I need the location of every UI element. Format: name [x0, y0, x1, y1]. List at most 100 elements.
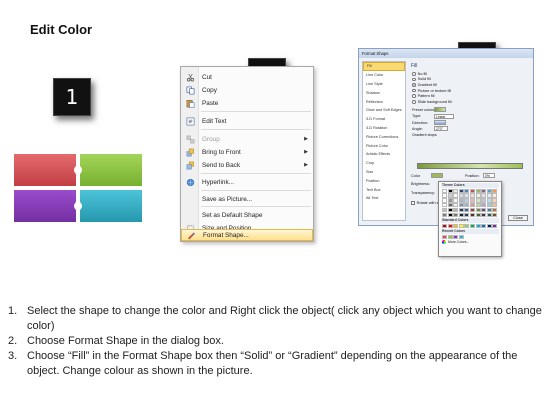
color-swatch[interactable]	[447, 234, 453, 239]
color-swatch[interactable]	[469, 212, 475, 218]
color-swatch[interactable]	[442, 188, 447, 193]
color-swatch[interactable]	[475, 193, 481, 198]
color-swatch[interactable]	[464, 193, 470, 198]
close-button[interactable]: Close	[508, 215, 528, 221]
quad-shape[interactable]	[12, 152, 144, 224]
nav-item-text-box[interactable]: Text Box	[363, 185, 405, 194]
color-swatch[interactable]	[453, 234, 459, 239]
color-swatch[interactable]	[492, 188, 498, 193]
color-swatch[interactable]	[475, 188, 481, 193]
color-swatch[interactable]	[486, 198, 492, 203]
color-swatch[interactable]	[458, 208, 464, 213]
position-input[interactable]: 0%	[483, 173, 495, 178]
nav-item-line-style[interactable]: Line Style	[363, 80, 405, 89]
nav-item-artistic-effects[interactable]: Artistic Effects	[363, 150, 405, 159]
nav-item-picture-corrections[interactable]: Picture Corrections	[363, 132, 405, 141]
color-swatch[interactable]	[481, 193, 487, 198]
color-swatch[interactable]	[469, 188, 475, 193]
menu-item-save-as-picture[interactable]: Save as Picture...	[181, 193, 313, 205]
color-swatch[interactable]	[475, 212, 481, 218]
color-swatch[interactable]	[464, 203, 470, 208]
color-swatch[interactable]	[486, 203, 492, 208]
gradient-stops-bar[interactable]	[417, 163, 523, 169]
fill-option-slide-bg[interactable]: Slide background fill	[409, 99, 530, 105]
color-swatch[interactable]	[458, 188, 464, 193]
type-dropdown[interactable]: Linear	[434, 113, 454, 119]
color-swatch[interactable]	[464, 198, 470, 203]
color-swatch[interactable]	[469, 198, 475, 203]
color-swatch[interactable]	[453, 198, 459, 203]
color-swatch[interactable]	[492, 208, 498, 213]
menu-item-send-to-back[interactable]: Send to Back ▶	[181, 159, 313, 171]
radio-button[interactable]	[412, 72, 416, 76]
color-swatch[interactable]	[469, 208, 475, 213]
radio-button-selected[interactable]	[412, 83, 416, 87]
color-swatch[interactable]	[458, 223, 464, 229]
more-colors-option[interactable]: More Colors...	[441, 239, 499, 244]
color-swatch[interactable]	[481, 203, 487, 208]
color-swatch[interactable]	[442, 208, 447, 213]
nav-item-size[interactable]: Size	[363, 168, 405, 177]
color-swatch[interactable]	[458, 234, 464, 239]
color-swatch[interactable]	[447, 212, 453, 218]
color-picker-button[interactable]	[431, 173, 443, 178]
color-swatch[interactable]	[442, 212, 447, 218]
color-swatch[interactable]	[453, 208, 459, 213]
color-swatch[interactable]	[447, 203, 453, 208]
color-swatch[interactable]	[481, 212, 487, 218]
color-swatch[interactable]	[486, 208, 492, 213]
color-swatch[interactable]	[486, 223, 492, 229]
color-swatch[interactable]	[492, 193, 498, 198]
radio-button[interactable]	[412, 77, 416, 82]
direction-dropdown[interactable]	[434, 120, 446, 126]
color-swatch[interactable]	[475, 223, 481, 229]
menu-item-bring-to-front[interactable]: Bring to Front ▶	[181, 146, 313, 158]
color-swatch[interactable]	[475, 198, 481, 203]
radio-button[interactable]	[412, 94, 416, 98]
nav-item-3d-format[interactable]: 3-D Format	[363, 115, 405, 124]
menu-item-set-default-shape[interactable]: Set as Default Shape	[181, 209, 313, 221]
menu-item-edit-text[interactable]: Edit Text	[181, 115, 313, 127]
color-swatch[interactable]	[475, 208, 481, 213]
color-swatch[interactable]	[464, 208, 470, 213]
color-swatch[interactable]	[453, 188, 459, 193]
nav-item-fill[interactable]: Fill	[363, 62, 405, 71]
color-swatch[interactable]	[442, 203, 447, 208]
nav-item-crop[interactable]: Crop	[363, 159, 405, 168]
color-swatch[interactable]	[464, 188, 470, 193]
color-swatch[interactable]	[453, 203, 459, 208]
color-swatch[interactable]	[453, 193, 459, 198]
nav-item-picture-color[interactable]: Picture Color	[363, 141, 405, 150]
color-swatch[interactable]	[447, 193, 453, 198]
color-swatch[interactable]	[458, 198, 464, 203]
color-swatch[interactable]	[442, 223, 447, 229]
color-swatch[interactable]	[475, 203, 481, 208]
nav-item-reflection[interactable]: Reflection	[363, 97, 405, 106]
color-swatch[interactable]	[486, 212, 492, 218]
color-swatch[interactable]	[492, 203, 498, 208]
color-swatch[interactable]	[492, 212, 498, 218]
nav-item-shadow[interactable]: Shadow	[363, 88, 405, 97]
nav-item-alt-text[interactable]: Alt Text	[363, 194, 405, 203]
color-swatch[interactable]	[481, 208, 487, 213]
color-swatch[interactable]	[481, 188, 487, 193]
menu-item-format-shape[interactable]: Format Shape...	[181, 229, 313, 241]
color-swatch[interactable]	[458, 193, 464, 198]
color-swatch[interactable]	[458, 212, 464, 218]
nav-item-line-color[interactable]: Line Color	[363, 71, 405, 80]
menu-item-cut[interactable]: Cut	[181, 71, 313, 83]
color-swatch[interactable]	[442, 193, 447, 198]
color-swatch[interactable]	[469, 193, 475, 198]
rotate-checkbox[interactable]	[411, 201, 415, 205]
nav-item-3d-rotation[interactable]: 3-D Rotation	[363, 124, 405, 133]
color-swatch[interactable]	[492, 223, 498, 229]
color-swatch[interactable]	[469, 223, 475, 229]
color-swatch[interactable]	[442, 234, 447, 239]
color-swatch[interactable]	[447, 188, 453, 193]
color-swatch[interactable]	[447, 208, 453, 213]
menu-item-copy[interactable]: Copy	[181, 84, 313, 96]
color-swatch[interactable]	[453, 223, 459, 229]
menu-item-hyperlink[interactable]: Hyperlink...	[181, 176, 313, 188]
color-swatch[interactable]	[486, 188, 492, 193]
radio-button[interactable]	[412, 99, 416, 104]
